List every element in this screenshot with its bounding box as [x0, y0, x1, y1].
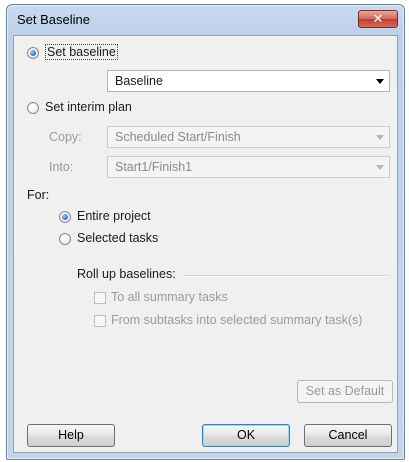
cancel-button[interactable]: Cancel [304, 424, 392, 447]
to-all-summary-label[interactable]: To all summary tasks [111, 290, 228, 304]
dialog-body: Set baseline Baseline Set interim plan C… [13, 35, 398, 453]
close-button[interactable]: ✕ [358, 10, 398, 28]
entire-project-radio[interactable] [59, 211, 71, 223]
chevron-down-icon [376, 135, 384, 140]
copy-select-value: Scheduled Start/Finish [115, 130, 241, 144]
title-bar[interactable]: Set Baseline ✕ [7, 5, 404, 35]
set-as-default-button[interactable]: Set as Default [297, 380, 393, 403]
into-label: Into: [49, 160, 74, 174]
roll-up-heading: Roll up baselines: [77, 267, 176, 281]
for-label: For: [27, 188, 50, 202]
chevron-down-icon [376, 165, 384, 170]
baseline-select[interactable]: Baseline [107, 70, 390, 92]
from-subtasks-label[interactable]: From subtasks into selected summary task… [111, 313, 362, 327]
help-button[interactable]: Help [27, 424, 115, 447]
dialog-title: Set Baseline [17, 12, 90, 27]
selected-tasks-label[interactable]: Selected tasks [77, 231, 158, 245]
set-baseline-radio[interactable] [27, 47, 39, 59]
roll-up-divider [184, 275, 389, 277]
into-select-value: Start1/Finish1 [115, 160, 193, 174]
to-all-summary-checkbox[interactable] [94, 292, 106, 304]
copy-select[interactable]: Scheduled Start/Finish [107, 126, 390, 148]
ok-button[interactable]: OK [202, 424, 290, 447]
selected-tasks-radio[interactable] [59, 233, 71, 245]
into-select[interactable]: Start1/Finish1 [107, 156, 390, 178]
set-baseline-label[interactable]: Set baseline [45, 44, 118, 60]
chevron-down-icon [376, 79, 384, 84]
set-baseline-dialog: Set Baseline ✕ Set baseline Baseline Set… [6, 4, 405, 460]
baseline-select-value: Baseline [115, 74, 163, 88]
from-subtasks-checkbox[interactable] [94, 315, 106, 327]
set-interim-plan-radio[interactable] [27, 102, 39, 114]
close-icon: ✕ [372, 11, 384, 26]
entire-project-label[interactable]: Entire project [77, 209, 151, 223]
copy-label: Copy: [49, 130, 82, 144]
set-interim-plan-label[interactable]: Set interim plan [45, 100, 132, 114]
